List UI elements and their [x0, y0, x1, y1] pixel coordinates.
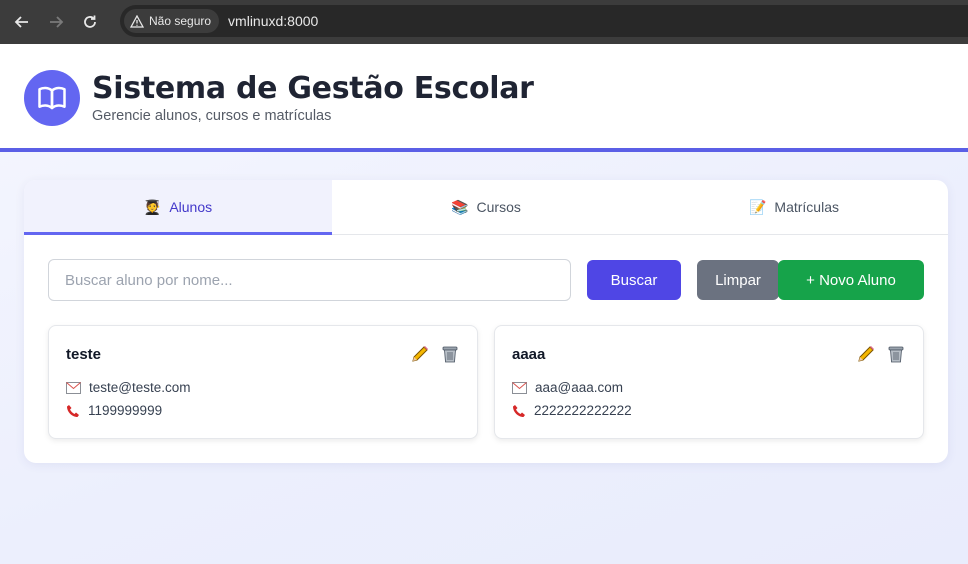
student-name: teste: [66, 346, 102, 363]
main-card: 🧑‍🎓 Alunos 📚 Cursos 📝 Matrículas Buscar …: [24, 180, 948, 463]
tab-cursos[interactable]: 📚 Cursos: [332, 180, 640, 234]
envelope-icon: [66, 381, 81, 394]
book-open-icon: [38, 86, 66, 110]
pencil-icon: [858, 346, 874, 362]
security-indicator[interactable]: Não seguro: [124, 9, 220, 33]
tab-label: Alunos: [169, 199, 213, 215]
browser-toolbar: Não seguro vmlinuxd:8000: [0, 0, 968, 44]
student-icon: 🧑‍🎓: [143, 199, 162, 215]
envelope-icon: [512, 381, 527, 394]
student-email-row: teste@teste.com: [66, 380, 191, 395]
edit-button[interactable]: [856, 344, 876, 364]
student-card: aaaa aaa@aaa.com 2222222222222: [494, 325, 924, 439]
search-toolbar: Buscar Limpar + Novo Aluno: [48, 259, 924, 301]
arrow-left-icon: [14, 16, 28, 28]
delete-button[interactable]: [440, 344, 460, 364]
page-subtitle: Gerencie alunos, cursos e matrículas: [92, 108, 332, 124]
arrow-right-icon: [50, 16, 64, 28]
student-email-row: aaa@aaa.com: [512, 380, 623, 395]
phone-icon: [513, 404, 525, 417]
student-email: aaa@aaa.com: [535, 380, 624, 395]
student-card: teste teste@teste.com 1199999999: [48, 325, 478, 439]
app-header: Sistema de Gestão Escolar Gerencie aluno…: [0, 44, 968, 152]
trash-icon: [888, 346, 904, 363]
tab-label: Cursos: [476, 199, 521, 215]
address-bar[interactable]: Não seguro vmlinuxd:8000: [120, 5, 968, 37]
memo-icon: 📝: [748, 199, 767, 215]
card-actions: [410, 344, 460, 364]
student-phone: 1199999999: [88, 403, 163, 418]
forward-button[interactable]: [44, 10, 68, 34]
student-email: teste@teste.com: [89, 380, 191, 395]
student-name: aaaa: [512, 346, 546, 363]
tab-bar: 🧑‍🎓 Alunos 📚 Cursos 📝 Matrículas: [24, 180, 948, 235]
reload-button[interactable]: [78, 10, 102, 34]
books-icon: 📚: [451, 199, 469, 215]
card-actions: [856, 344, 906, 364]
new-student-button[interactable]: + Novo Aluno: [778, 260, 924, 300]
url-text[interactable]: vmlinuxd:8000: [228, 13, 318, 29]
tab-alunos[interactable]: 🧑‍🎓 Alunos: [24, 180, 332, 235]
student-phone: 2222222222222: [534, 403, 632, 418]
warning-icon: [130, 14, 144, 28]
edit-button[interactable]: [410, 344, 430, 364]
delete-button[interactable]: [886, 344, 906, 364]
app-logo: [24, 70, 80, 126]
search-button[interactable]: Buscar: [587, 260, 681, 300]
phone-icon: [67, 404, 79, 417]
reload-icon: [84, 15, 96, 28]
security-label: Não seguro: [149, 14, 212, 28]
search-input[interactable]: [48, 259, 571, 301]
tab-label: Matrículas: [774, 199, 839, 215]
clear-button[interactable]: Limpar: [697, 260, 779, 300]
page-title: Sistema de Gestão Escolar: [92, 71, 534, 106]
student-phone-row: 1199999999: [66, 403, 162, 418]
pencil-icon: [412, 346, 428, 362]
student-phone-row: 2222222222222: [512, 403, 632, 418]
trash-icon: [442, 346, 458, 363]
tab-matriculas[interactable]: 📝 Matrículas: [640, 180, 948, 234]
back-button[interactable]: [10, 10, 34, 34]
